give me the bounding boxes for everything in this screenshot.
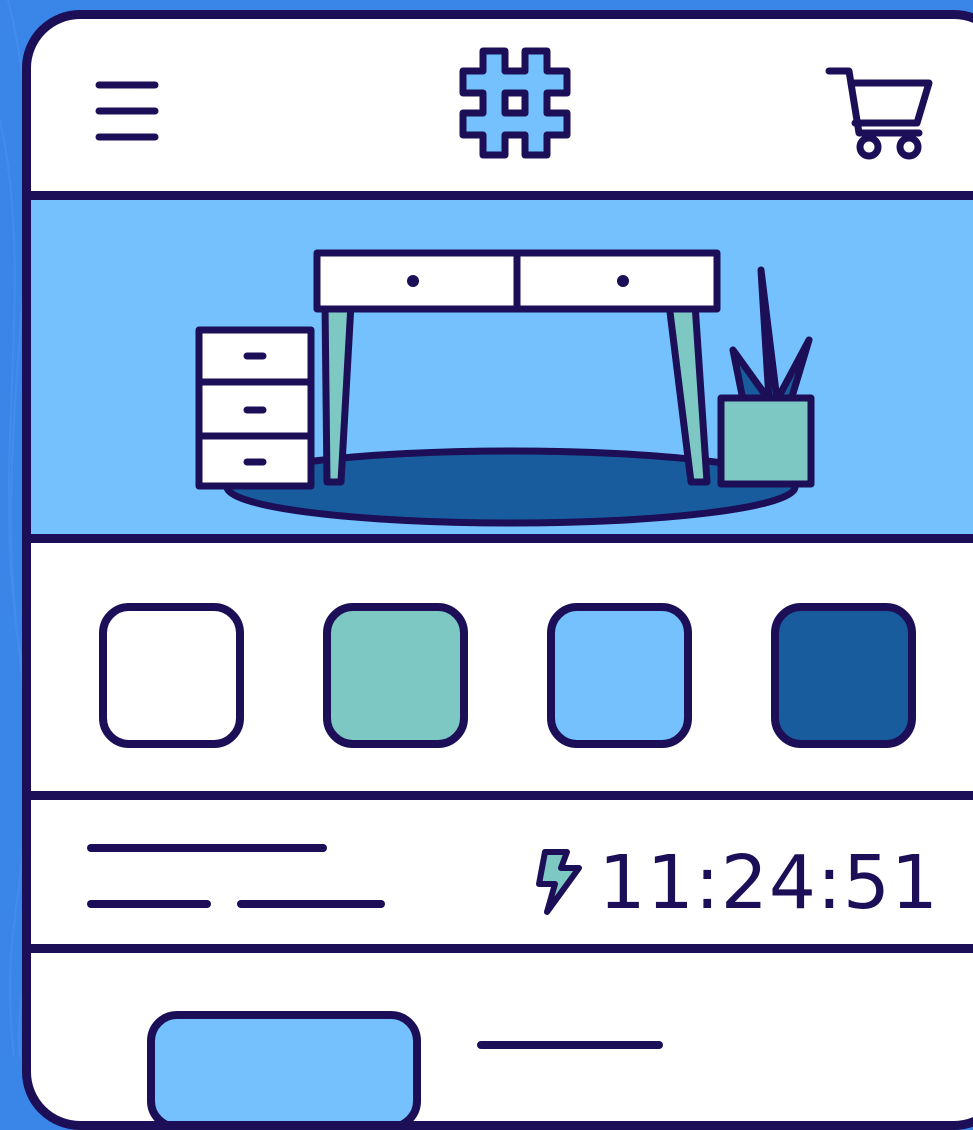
countdown-timer: 11:24:51 (527, 840, 939, 926)
text-placeholder-line (237, 900, 385, 908)
color-swatches (31, 543, 973, 799)
lightning-bolt-icon (535, 849, 582, 915)
swatch-white[interactable] (99, 603, 244, 748)
plant-pot (717, 394, 815, 488)
timer-value: 11:24:51 (598, 840, 939, 926)
shopping-cart-icon[interactable] (821, 63, 941, 163)
hashtag-logo-icon[interactable] (457, 45, 573, 161)
product-card[interactable] (147, 1011, 421, 1121)
swatch-teal[interactable] (323, 603, 468, 748)
text-placeholder-line (87, 844, 327, 852)
phone-frame: 11:24:51 (22, 10, 973, 1130)
hero-banner (31, 191, 973, 543)
product-info-row: 11:24:51 (31, 791, 973, 953)
desk-illustration (195, 249, 815, 527)
hamburger-menu-icon[interactable] (93, 77, 163, 147)
text-placeholder-line (477, 1041, 663, 1049)
app-header (31, 19, 973, 191)
swatch-dark-blue[interactable] (771, 603, 916, 748)
swatch-light-blue[interactable] (547, 603, 692, 748)
plant-leaves (729, 266, 813, 404)
text-placeholder-line (87, 900, 211, 908)
